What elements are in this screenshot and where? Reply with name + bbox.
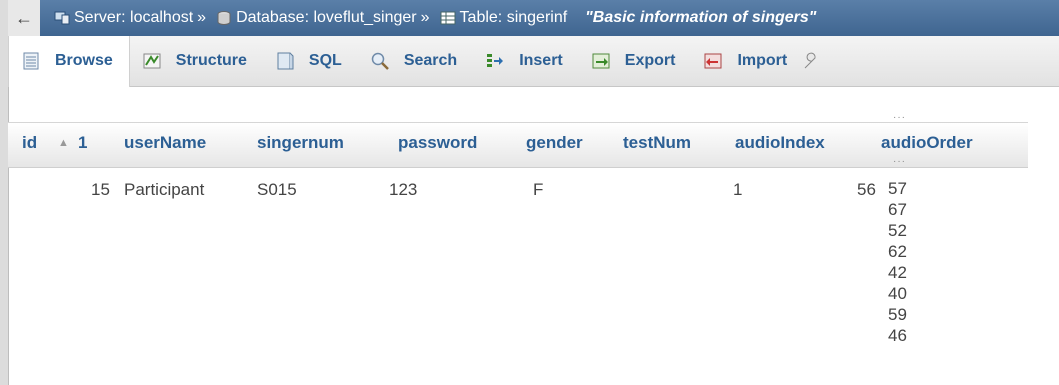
column-header-singernum[interactable]: singernum — [257, 133, 344, 153]
column-header-gender[interactable]: gender — [526, 133, 583, 153]
column-header-password[interactable]: password — [398, 133, 477, 153]
sort-ascending-icon[interactable]: ▲ — [58, 137, 69, 149]
column-header-audioindex[interactable]: audioIndex — [735, 133, 825, 153]
breadcrumb-table[interactable]: Table: singerinf — [460, 9, 568, 27]
list-item: 57 — [888, 179, 907, 198]
tab-import[interactable]: Import — [691, 36, 803, 86]
search-icon — [371, 52, 389, 70]
breadcrumb-separator: » — [197, 9, 207, 26]
cell-gender: F — [533, 180, 544, 199]
sort-order-number: 1 — [78, 133, 88, 152]
wrench-icon[interactable] — [801, 51, 821, 71]
tab-label: Insert — [519, 52, 563, 69]
list-item: 52 — [888, 221, 907, 240]
tab-label: Import — [737, 52, 788, 69]
list-item: 42 — [888, 263, 907, 282]
cell-audioorder: 57 67 52 62 42 40 59 46 — [888, 178, 907, 346]
tab-bar: Browse Structure SQL Search Insert Expor… — [8, 35, 1059, 87]
truncation-ellipsis: ··· — [893, 156, 906, 167]
browse-icon — [23, 52, 39, 70]
column-header-testnum[interactable]: testNum — [623, 133, 691, 153]
column-header-id[interactable]: id — [22, 133, 37, 153]
tab-search[interactable]: Search — [358, 36, 473, 86]
tab-label: Browse — [55, 52, 113, 69]
truncation-ellipsis: ··· — [893, 112, 906, 123]
cell-audioindex-continued: 56 — [857, 180, 876, 199]
tab-browse[interactable]: Browse — [8, 35, 130, 87]
sql-icon — [277, 52, 294, 70]
tab-label: Structure — [175, 52, 247, 69]
cell-id: 15 — [91, 180, 110, 199]
tab-sql[interactable]: SQL — [263, 36, 358, 86]
list-item: 59 — [888, 305, 907, 324]
cell-singernum: S015 — [257, 180, 297, 199]
list-item: 46 — [888, 326, 907, 345]
breadcrumb-server[interactable]: Server: localhost — [74, 9, 193, 27]
table-icon — [440, 11, 456, 25]
breadcrumb-separator: » — [420, 9, 430, 26]
tab-insert[interactable]: Insert — [473, 36, 579, 86]
column-header-audioorder[interactable]: audioOrder — [881, 133, 973, 153]
breadcrumb-database[interactable]: Database: loveflut_singer — [236, 9, 417, 27]
tab-label: SQL — [308, 52, 342, 69]
list-item: 62 — [888, 242, 907, 261]
list-item: 40 — [888, 284, 907, 303]
cell-audioindex: 1 — [733, 180, 743, 199]
server-icon — [54, 11, 70, 25]
import-icon — [704, 53, 722, 69]
tab-label: Export — [624, 52, 676, 69]
column-header-username[interactable]: userName — [124, 133, 206, 153]
export-icon — [592, 53, 610, 69]
cell-password: 123 — [389, 180, 418, 199]
structure-icon — [143, 53, 161, 69]
tab-structure[interactable]: Structure — [130, 36, 263, 86]
breadcrumb: ← Server: localhost » Database: loveflut… — [8, 0, 1059, 36]
insert-icon — [487, 54, 504, 67]
tab-label: Search — [403, 52, 458, 69]
cell-username: Participant — [124, 180, 205, 199]
list-item: 67 — [888, 200, 907, 219]
database-icon — [217, 11, 231, 25]
table-comment: "Basic information of singers" — [585, 9, 817, 26]
tab-export[interactable]: Export — [579, 36, 692, 86]
back-arrow-icon[interactable]: ← — [8, 0, 40, 36]
